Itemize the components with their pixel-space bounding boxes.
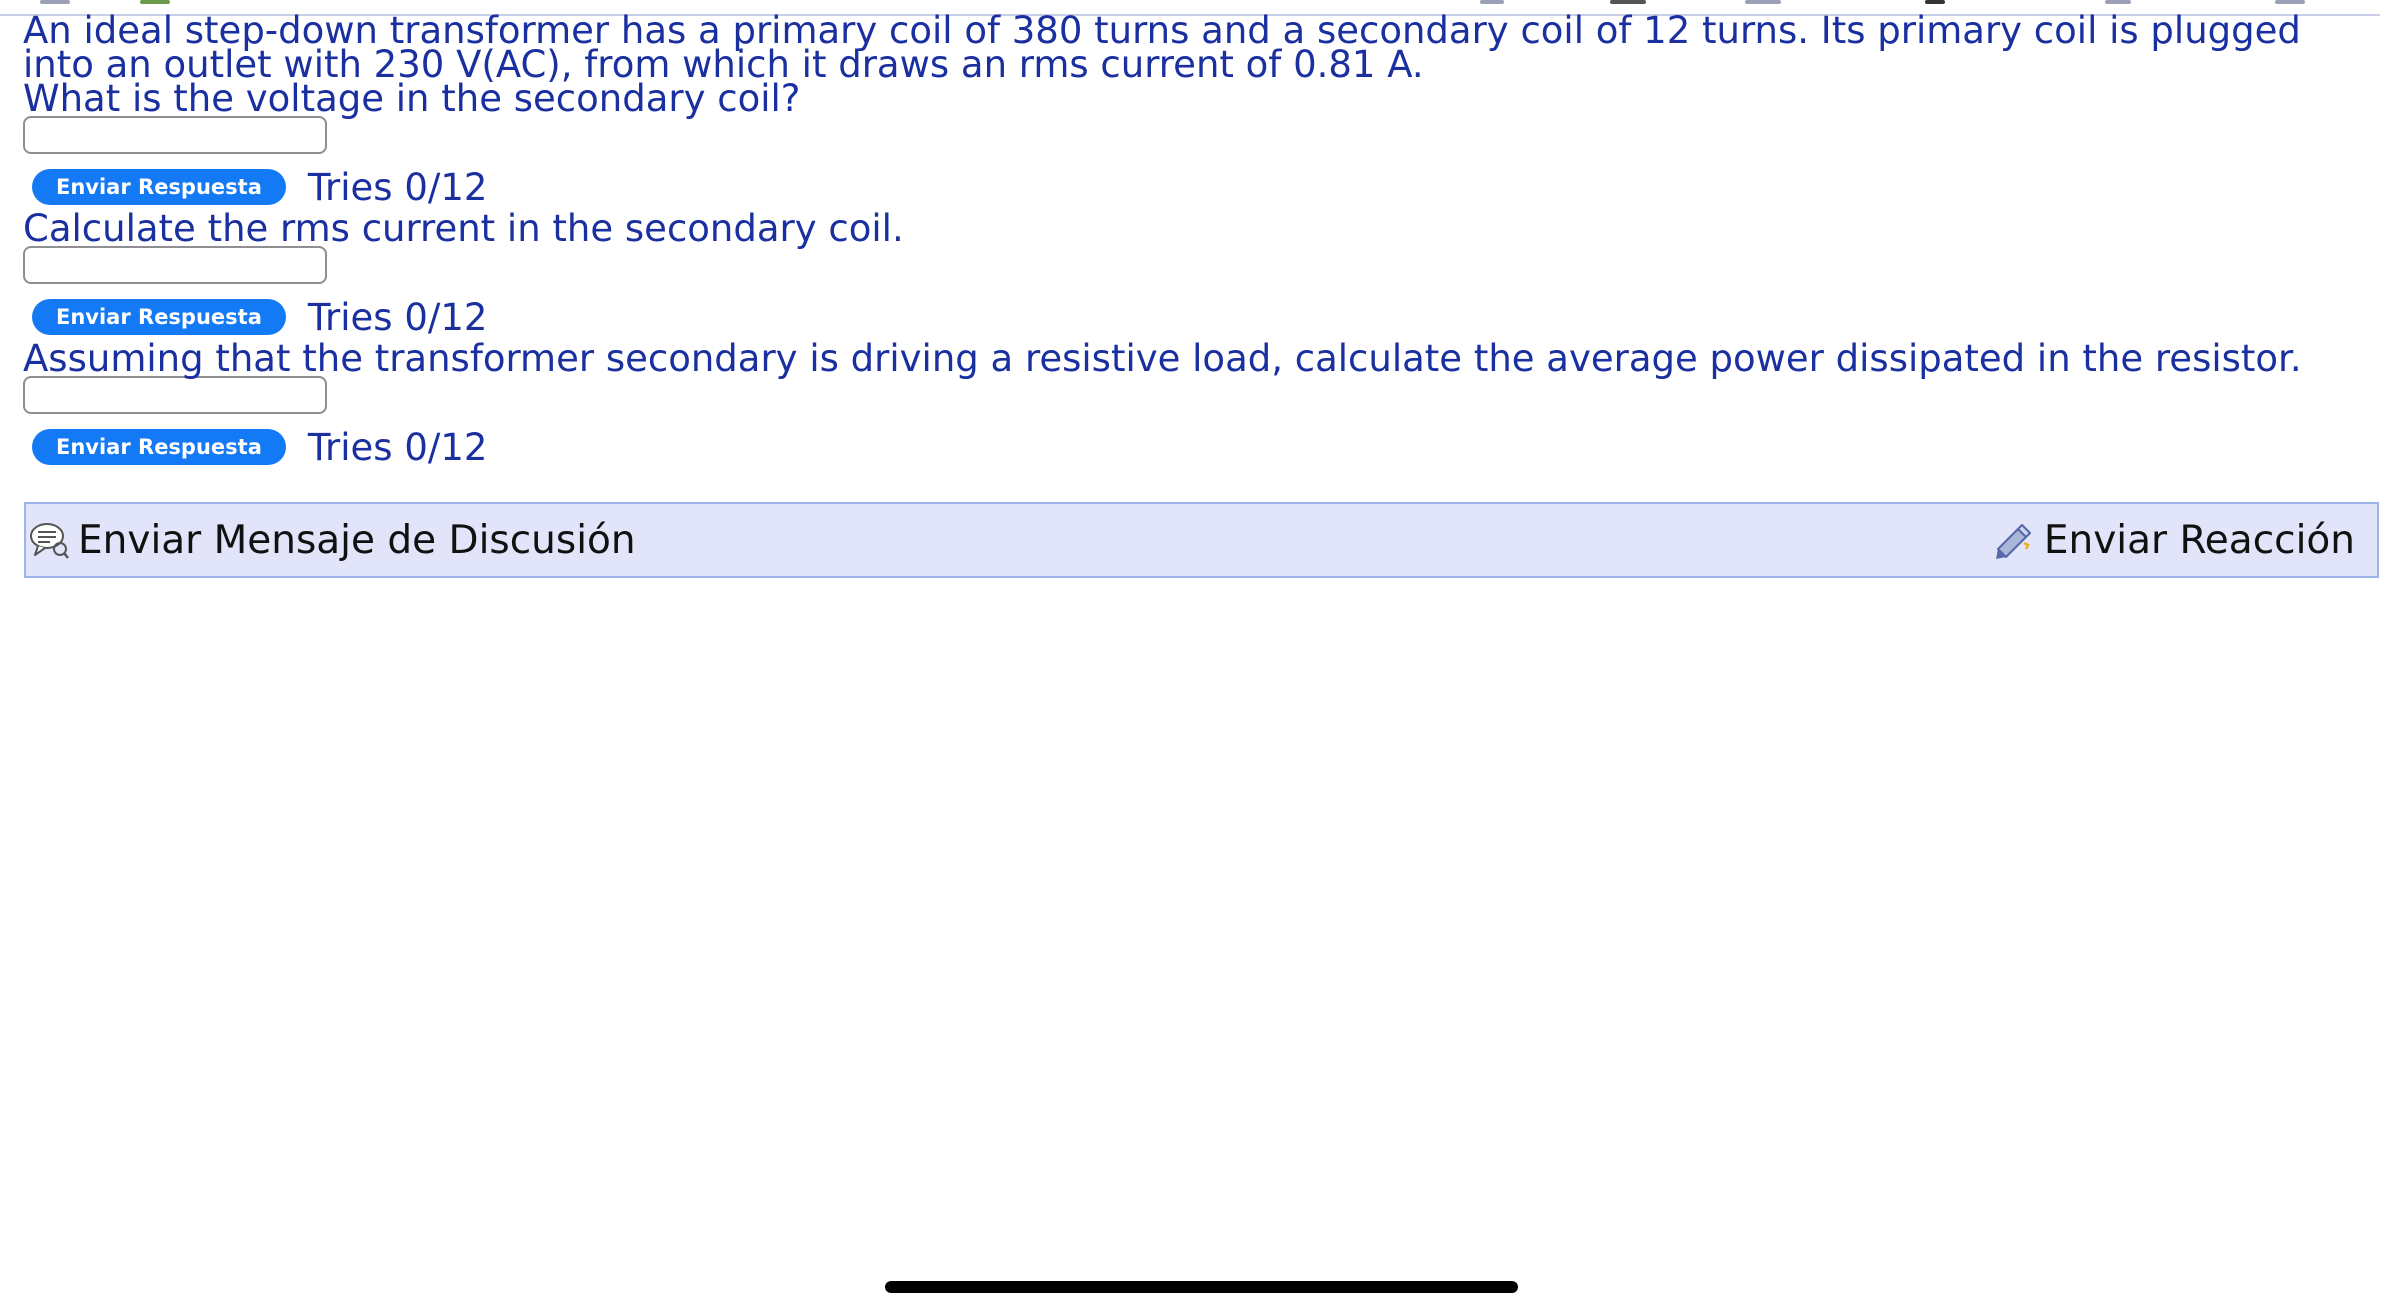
- submit-row: Enviar Respuesta Tries 0/12: [23, 422, 2368, 472]
- problem-statement: An ideal step-down transformer has a pri…: [23, 9, 2301, 86]
- submit-answer-button[interactable]: Enviar Respuesta: [32, 169, 286, 205]
- question-part-2: Calculate the rms current in the seconda…: [23, 207, 2368, 342]
- toolbar-icon-2: [1610, 0, 1646, 4]
- answer-input[interactable]: [23, 246, 327, 284]
- problem-content: An ideal step-down transformer has a pri…: [23, 9, 2368, 472]
- submit-answer-button[interactable]: Enviar Respuesta: [32, 429, 286, 465]
- toolbar-icon-3: [1745, 0, 1781, 4]
- tries-counter: Tries 0/12: [307, 165, 488, 209]
- question-part-1: What is the voltage in the secondary coi…: [23, 77, 2368, 212]
- question-text: Calculate the rms current in the seconda…: [23, 207, 904, 250]
- discussion-label: Enviar Mensaje de Discusión: [78, 517, 636, 563]
- right-arrow-icon: [140, 0, 170, 4]
- left-arrow-icon: [40, 0, 70, 4]
- home-indicator[interactable]: [885, 1281, 1518, 1293]
- question-text: What is the voltage in the secondary coi…: [23, 77, 801, 120]
- send-feedback-link[interactable]: Enviar Reacción: [1994, 518, 2377, 563]
- toolbar-icon-6: [2275, 0, 2305, 4]
- question-part-3: Assuming that the transformer secondary …: [23, 337, 2368, 472]
- answer-input[interactable]: [23, 376, 327, 414]
- feedback-label: Enviar Reacción: [2043, 517, 2355, 563]
- speech-bubble-icon: [28, 519, 70, 561]
- question-text: Assuming that the transformer secondary …: [23, 337, 2302, 380]
- toolbar-icon-1: [1480, 0, 1504, 4]
- toolbar-icon-4: [1925, 0, 1945, 4]
- answer-input[interactable]: [23, 116, 327, 154]
- pencil-feedback-icon: [1994, 519, 2036, 561]
- send-discussion-link[interactable]: Enviar Mensaje de Discusión: [26, 518, 636, 563]
- tries-counter: Tries 0/12: [307, 295, 488, 339]
- submit-row: Enviar Respuesta Tries 0/12: [23, 162, 2368, 212]
- submit-answer-button[interactable]: Enviar Respuesta: [32, 299, 286, 335]
- toolbar-icon-5: [2105, 0, 2131, 4]
- tries-counter: Tries 0/12: [307, 425, 488, 469]
- discussion-bar: Enviar Mensaje de Discusión Enviar Reacc…: [24, 502, 2379, 578]
- submit-row: Enviar Respuesta Tries 0/12: [23, 292, 2368, 342]
